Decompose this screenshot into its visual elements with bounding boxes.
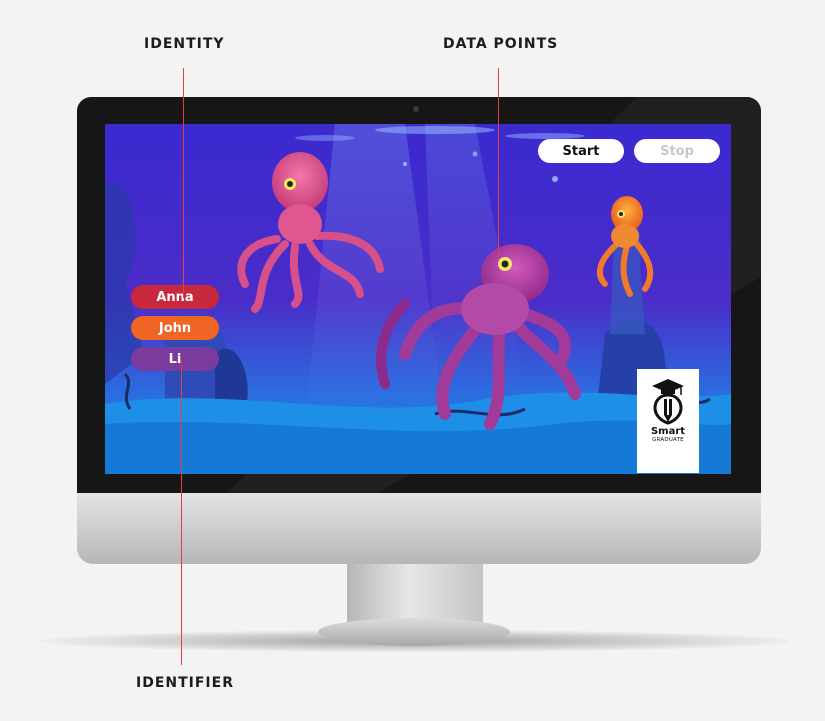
name-button-anna[interactable]: Anna (131, 285, 219, 309)
logo-word-graduate: GRADUATE (652, 437, 684, 443)
data-points-callout-label: DATA POINTS (443, 36, 559, 52)
monitor-stand (347, 564, 483, 626)
smart-graduate-logo: Smart GRADUATE (637, 369, 699, 473)
identifier-leader-line (181, 360, 182, 665)
data-points-leader-line (498, 68, 499, 254)
identifier-callout-label: IDENTIFIER (136, 675, 234, 691)
name-button-john[interactable]: John (131, 316, 219, 340)
identity-callout-label: IDENTITY (144, 36, 225, 52)
name-button-li[interactable]: Li (131, 347, 219, 371)
stop-button[interactable]: Stop (634, 139, 720, 163)
webcam-dot (413, 106, 419, 112)
identity-leader-line (183, 68, 184, 298)
graduate-cap-pencil-icon (652, 379, 684, 425)
logo-word-smart: Smart (650, 426, 686, 437)
monitor-base (318, 618, 510, 646)
start-button[interactable]: Start (538, 139, 624, 163)
monitor-chin (77, 492, 761, 564)
